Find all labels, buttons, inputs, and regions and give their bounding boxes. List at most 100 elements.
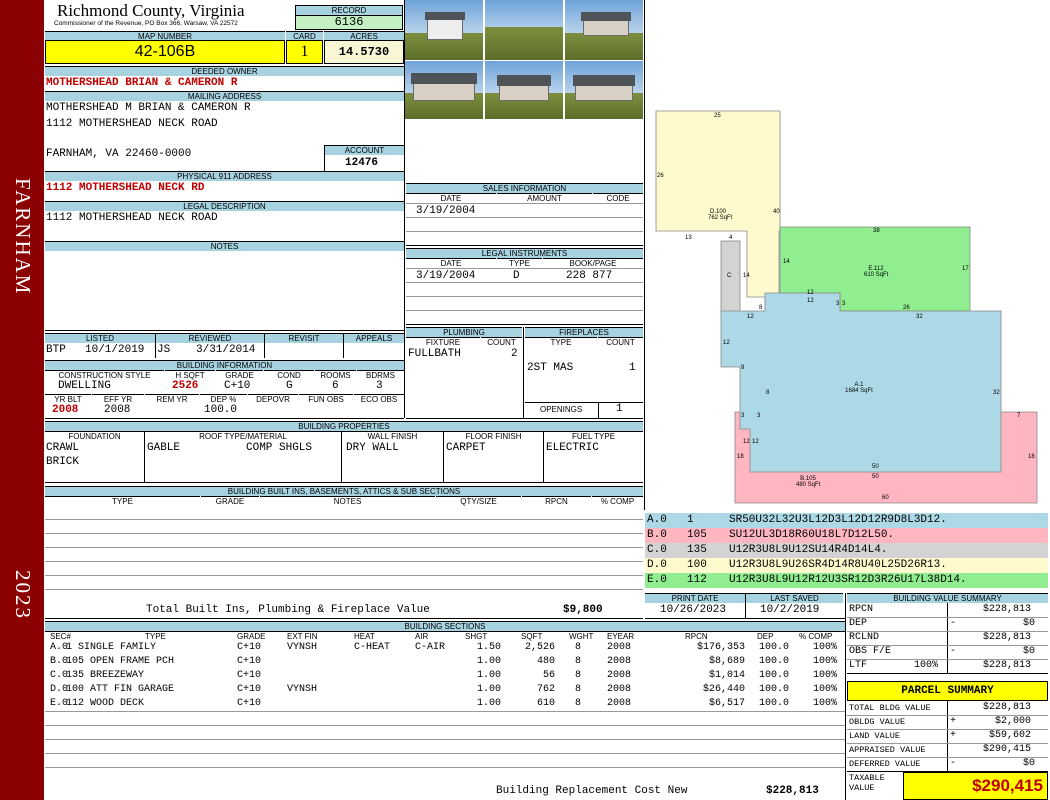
rcn-value: $228,813 <box>766 785 819 797</box>
land-sign: + <box>950 730 957 741</box>
county-title: Richmond County, Virginia <box>57 1 245 20</box>
col-bdrms: BDRMS <box>357 370 404 380</box>
sketch-dim: 26 <box>903 305 910 311</box>
section-cell: 100.0 <box>759 642 790 653</box>
sketch-label-b: B.105 480 SqFt <box>796 476 821 488</box>
acres-value: 14.5730 <box>324 40 404 64</box>
section-cell: C-AIR <box>415 642 446 653</box>
property-photo-2 <box>485 0 563 60</box>
record-number: 6136 <box>295 15 403 30</box>
section-cell: $26,440 <box>702 684 745 695</box>
col-comp: % COMP <box>799 632 833 641</box>
col-cond: COND <box>264 370 314 380</box>
col-fireplace-type: TYPE <box>525 337 597 347</box>
section-cell: 2008 <box>607 684 632 695</box>
physical-address: 1112 MOTHERSHEAD NECK RD <box>46 182 205 194</box>
sketch-dim: 40 <box>773 209 780 215</box>
last-saved: 10/2/2019 <box>760 604 820 616</box>
col-sqft: SQFT <box>521 632 543 641</box>
col-grade: GRADE <box>237 632 266 641</box>
section-cell: 100% <box>813 684 838 695</box>
sketch-dim: 12 <box>807 298 814 304</box>
col-eco-obs: ECO OBS <box>354 394 404 404</box>
taxable-value: $290,415 <box>903 772 1048 800</box>
sketch-dim: 18 <box>1028 454 1035 460</box>
rooms: 6 <box>332 380 339 392</box>
sketch-dim: 12 <box>752 439 759 445</box>
openings-count: 1 <box>616 403 623 415</box>
fireplaces-header: FIREPLACES <box>525 327 643 337</box>
instruments-col-date: DATE <box>406 258 496 268</box>
section-cell: 8 <box>575 698 582 709</box>
sales-col-date: DATE <box>406 193 496 203</box>
foundation-2: BRICK <box>46 456 80 468</box>
location-label: FARNHAM <box>11 178 35 296</box>
section-cell: 100.0 <box>759 670 790 681</box>
section-cell: 8 <box>575 642 582 653</box>
effective-year: 2008 <box>104 404 131 416</box>
col-type: TYPE <box>145 632 166 641</box>
print-date-header: PRINT DATE <box>645 593 745 603</box>
col-depovr: DEPOVR <box>248 394 298 404</box>
legal-description-header: LEGAL DESCRIPTION <box>45 201 404 211</box>
obldg-value: $2,000 <box>995 716 1032 727</box>
wall-finish: DRY WALL <box>346 442 399 454</box>
sketch-dim: 14 <box>783 259 790 265</box>
fixture-type: FULLBATH <box>408 348 461 360</box>
building-info-header: BUILDING INFORMATION <box>45 360 404 370</box>
section-cell: 2,526 <box>524 642 555 653</box>
taxable-label: TAXABLE VALUE <box>849 773 885 793</box>
property-photo-1 <box>405 0 483 60</box>
bvs-ltf-pct: 100% <box>914 660 939 671</box>
col-foundation: FOUNDATION <box>45 431 144 441</box>
col-floor: FLOOR FINISH <box>444 431 543 441</box>
col-builtin-notes: NOTES <box>260 496 435 506</box>
col-construction-style: CONSTRUCTION STYLE <box>45 370 164 380</box>
reviewed-header: REVIEWED <box>156 333 264 343</box>
legend-row-a: A.0 1 SR50U32L32U3L12D3L12D12R9D8L3D12. <box>645 513 1048 528</box>
col-wght: WGHT <box>569 632 594 641</box>
section-cell: $176,353 <box>696 642 745 653</box>
last-saved-header: LAST SAVED <box>746 593 843 603</box>
col-builtin-grade: GRADE <box>201 496 259 506</box>
section-cell: 135 BREEZEWAY <box>66 670 145 681</box>
bvs-dep-sign: - <box>950 618 957 629</box>
col-wall: WALL FINISH <box>342 431 443 441</box>
rcn-label: Building Replacement Cost New <box>496 785 688 797</box>
mailing-address-header: MAILING ADDRESS <box>45 91 404 101</box>
section-row: E.0 112 WOOD DECK C+10 1.00 610 8 2008 $6,517 10… <box>45 697 845 711</box>
sketch-dim: 4 <box>729 235 733 241</box>
col-fuel: FUEL TYPE <box>544 431 643 441</box>
deferred-value: $0 <box>1023 758 1036 769</box>
sketch-dim: 8 <box>766 390 770 396</box>
fixture-count: 2 <box>511 348 518 360</box>
sketch-dim: 50 <box>872 474 879 480</box>
total-bldg-label: TOTAL BLDG VALUE <box>849 703 931 713</box>
property-photo-4 <box>405 61 483 119</box>
section-cell: 100.0 <box>759 698 790 709</box>
fireplace-count: 1 <box>629 362 636 374</box>
sketch-label-a: A.1 1684 SqFt <box>845 382 873 394</box>
section-cell: C+10 <box>237 684 262 695</box>
sketch-dim: 60 <box>882 495 889 501</box>
deeded-owner-header: DEEDED OWNER <box>45 66 404 76</box>
section-cell: 100% <box>813 670 838 681</box>
sketch-dim: 9 <box>741 365 745 371</box>
bvs-rpcn-label: RPCN <box>849 604 874 615</box>
section-cell: 1.50 <box>477 642 502 653</box>
sketch-dim: 18 <box>737 454 744 460</box>
sketch-dim: 3 <box>836 301 840 307</box>
section-cell: 100 ATT FIN GARAGE <box>66 684 175 695</box>
col-sec: SEC# <box>50 632 71 641</box>
condition: G <box>286 380 293 392</box>
section-cell: 100% <box>813 642 838 653</box>
section-cell: 100.0 <box>759 684 790 695</box>
col-shgt: SHGT <box>465 632 488 641</box>
section-cell: 1.00 <box>477 670 502 681</box>
sketch-dim: 3 <box>757 413 761 419</box>
section-cell: $8,689 <box>708 656 745 667</box>
section-cell: 480 <box>536 656 555 667</box>
obldg-sign: + <box>950 716 957 727</box>
bvs-rpcn: $228,813 <box>983 604 1032 615</box>
sidebar: FARNHAM 2023 <box>0 0 44 800</box>
